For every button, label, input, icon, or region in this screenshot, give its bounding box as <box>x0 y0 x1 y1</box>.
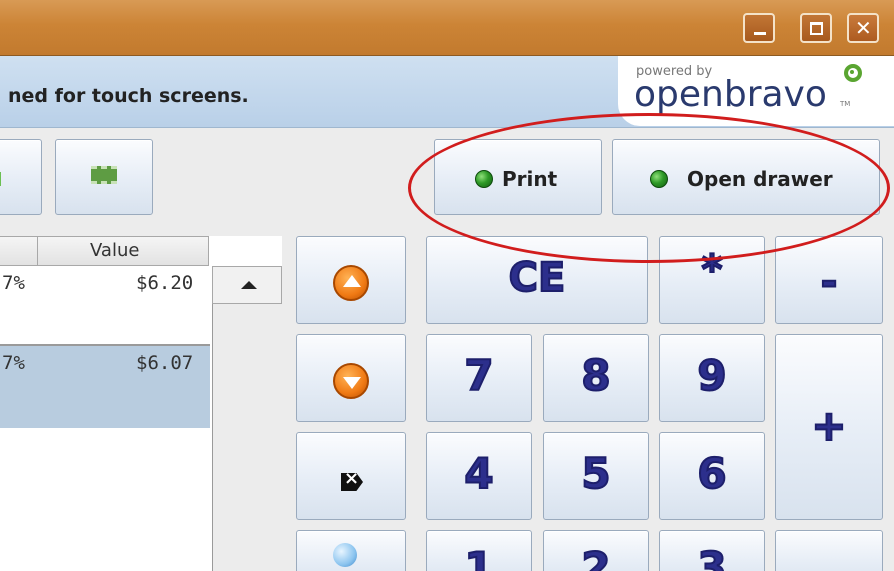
status-green-icon <box>475 170 493 188</box>
value-header-label: Value <box>90 240 140 261</box>
move-up-button[interactable] <box>296 236 406 324</box>
row-tax: 7% <box>2 272 25 294</box>
table-row-selected[interactable]: 7% $6.07 <box>0 346 210 428</box>
key-4-label: 4 <box>463 448 494 499</box>
key-1[interactable]: 1 <box>426 530 532 571</box>
key-9-label: 9 <box>696 350 727 401</box>
table-scrollbar[interactable] <box>212 266 282 571</box>
key-7[interactable]: 7 <box>426 334 532 422</box>
ce-button[interactable]: CE <box>426 236 648 324</box>
minimize-icon <box>754 32 766 35</box>
key-4[interactable]: 4 <box>426 432 532 520</box>
key-3[interactable]: 3 <box>659 530 765 571</box>
row-value: $6.07 <box>136 352 194 374</box>
minus-label: - <box>820 258 839 306</box>
key-6[interactable]: 6 <box>659 432 765 520</box>
key-9[interactable]: 9 <box>659 334 765 422</box>
delete-line-button[interactable] <box>296 432 406 520</box>
logo-tm: TM <box>840 100 851 108</box>
message-text: ned for touch screens. <box>8 85 249 107</box>
function-button-partial[interactable] <box>296 530 406 571</box>
arrow-up-icon <box>241 281 257 289</box>
message-bar: ned for touch screens. powered by openbr… <box>0 56 894 128</box>
minus-button[interactable]: - <box>775 236 883 324</box>
orange-up-icon <box>333 265 369 301</box>
row-tax: 7% <box>2 352 25 374</box>
multiply-button[interactable]: * <box>659 236 765 324</box>
title-bar: ✕ <box>0 0 894 56</box>
key-5-label: 5 <box>580 448 611 499</box>
logo-brand: openbravo <box>634 74 827 115</box>
move-down-button[interactable] <box>296 334 406 422</box>
column-header-first[interactable] <box>0 236 38 266</box>
key-3-label: 3 <box>696 542 727 571</box>
key-5[interactable]: 5 <box>543 432 649 520</box>
scroll-up-button[interactable] <box>212 266 282 304</box>
key-7-label: 7 <box>463 350 494 401</box>
openbravo-logo: powered by openbravo TM <box>618 56 894 126</box>
green-icon-partial <box>0 172 1 186</box>
pos-window: ✕ ned for touch screens. powered by open… <box>0 0 894 571</box>
close-icon: ✕ <box>855 16 872 40</box>
plus-button[interactable]: + <box>775 334 883 520</box>
print-button[interactable]: Print <box>434 139 602 215</box>
column-header-value[interactable]: Value <box>37 236 209 266</box>
maximize-icon <box>810 22 823 35</box>
key-2[interactable]: 2 <box>543 530 649 571</box>
row-value: $6.20 <box>136 272 194 294</box>
toolbar-button-partial[interactable] <box>0 139 42 215</box>
table-row[interactable]: 7% $6.20 <box>0 266 210 346</box>
backspace-icon <box>341 473 363 491</box>
key-1-label: 1 <box>463 542 494 571</box>
status-green-icon <box>650 170 668 188</box>
print-label: Print <box>502 167 558 191</box>
plus-label: + <box>810 400 847 451</box>
open-drawer-label: Open drawer <box>687 167 833 191</box>
multiply-label: * <box>701 246 724 294</box>
key-2-label: 2 <box>580 542 611 571</box>
blue-ball-icon <box>333 543 357 567</box>
open-drawer-button[interactable]: Open drawer <box>612 139 880 215</box>
film-icon <box>91 166 117 184</box>
logo-swirl-icon <box>844 64 862 82</box>
film-button[interactable] <box>55 139 153 215</box>
minimize-button[interactable] <box>743 13 775 43</box>
orange-down-icon <box>333 363 369 399</box>
ce-label: CE <box>508 254 567 302</box>
key-8[interactable]: 8 <box>543 334 649 422</box>
key-8-label: 8 <box>580 350 611 401</box>
close-button[interactable]: ✕ <box>847 13 879 43</box>
key-6-label: 6 <box>696 448 727 499</box>
keypad-button-partial[interactable] <box>775 530 883 571</box>
maximize-button[interactable] <box>800 13 832 43</box>
